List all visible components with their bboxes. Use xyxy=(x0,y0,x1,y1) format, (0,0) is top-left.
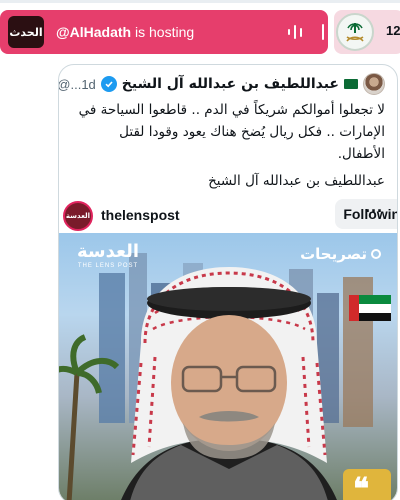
loading-progress-bar xyxy=(0,0,400,3)
lens-post-account-name[interactable]: thelenspost xyxy=(101,207,180,223)
host-logo: الحدث xyxy=(8,16,44,48)
svg-text:❝: ❝ xyxy=(353,472,369,500)
photo-logo: العدسة THE LENS POST xyxy=(77,241,140,270)
tweet-body: لا تجعلوا أموالكم شريكاً في الدم .. قاطع… xyxy=(78,102,385,162)
saudi-flag-icon xyxy=(344,79,358,89)
host-handle: @AlHadath xyxy=(56,24,132,40)
photo-logo-text: العدسة xyxy=(77,241,140,262)
photo-tag: تصريحات xyxy=(300,245,381,263)
verified-badge-icon xyxy=(100,76,117,92)
handle-and-time: @...1d xyxy=(58,76,96,92)
hosting-suffix: is hosting xyxy=(131,24,195,40)
bar-divider xyxy=(322,24,324,40)
author-avatar[interactable] xyxy=(363,73,385,95)
quoted-tweet-card[interactable]: عبداللطيف بن عبدالله آل الشيخ @...1d لا … xyxy=(58,64,398,500)
hosting-label: @AlHadath is hosting xyxy=(56,24,194,40)
post-photo[interactable]: ❝ العدسة THE LENS POST تصريحات xyxy=(59,233,397,500)
author-name[interactable]: عبداللطيف بن عبدالله آل الشيخ xyxy=(122,76,339,92)
photo-tag-text: تصريحات xyxy=(300,245,367,263)
photo-scene: ❝ xyxy=(59,253,391,500)
microphone-icon xyxy=(371,249,381,259)
photo-logo-sub: THE LENS POST xyxy=(77,263,139,269)
lens-post-avatar[interactable]: العدسة xyxy=(63,201,93,231)
palm-swords-icon xyxy=(346,23,364,42)
tweet-signature: عبداللطيف بن عبدالله آل الشيخ xyxy=(208,173,385,189)
author-row: عبداللطيف بن عبدالله آل الشيخ @...1d xyxy=(58,73,385,95)
live-space-bar[interactable]: الحدث @AlHadath is hosting xyxy=(0,10,328,54)
next-space-count: 12 xyxy=(386,23,400,38)
audio-wave-icon xyxy=(288,24,302,40)
screen: الحدث @AlHadath is hosting 12 عبداللطيف … xyxy=(0,0,400,500)
more-options-button[interactable]: ··· xyxy=(365,201,383,222)
embedded-post-header: العدسة thelenspost Following xyxy=(59,199,397,231)
next-space-card[interactable]: 12 xyxy=(334,10,400,54)
saudi-emblem-avatar xyxy=(336,13,374,51)
